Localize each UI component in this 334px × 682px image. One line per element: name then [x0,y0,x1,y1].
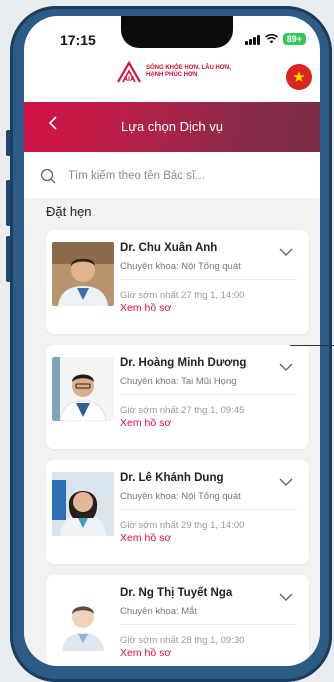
language-flag-vn-icon[interactable]: ★ [286,64,312,90]
view-profile-link[interactable]: Xem hồ sơ [120,532,171,544]
doctor-photo [52,357,114,421]
aia-logo-text: AIA [123,76,135,83]
aia-logo: AIA SỐNG KHỎE HƠN, LÂU HƠN, HẠNH PHÚC HƠ… [116,60,231,84]
brand-slogan: SỐNG KHỎE HƠN, LÂU HƠN, HẠNH PHÚC HƠN [146,65,231,79]
wifi-icon [264,34,278,44]
status-bar: 17:15 89+ [24,16,320,58]
section-title-appointments: Đặt hẹn [46,204,92,219]
card-divider [120,394,297,395]
doctor-name: Dr. Chu Xuân Anh [120,242,218,254]
aia-logo-icon: AIA [117,60,141,83]
earliest-slot: Giờ sớm nhất 29 thg 1, 14:00 [120,520,245,531]
doctor-photo [52,242,114,306]
device-frame: 17:15 89+ AIA SỐNG KHỎE HƠN, LÂU HƠN, HẠ… [0,0,334,682]
card-divider [120,624,297,625]
slogan-line-2: HẠNH PHÚC HƠN [146,72,198,78]
card-divider [120,509,297,510]
doctor-list-area: Đặt hẹn Dr. Chu Xuân Anh Chuyên khoa: Nộ… [24,198,320,666]
page-title: Lựa chọn Dịch vụ [121,119,223,134]
search-input[interactable]: Tìm kiếm theo tên Bác sĩ... [68,170,205,182]
chevron-down-icon[interactable] [279,593,293,602]
doctor-photo [52,472,114,536]
view-profile-link[interactable]: Xem hồ sơ [120,302,171,314]
status-time: 17:15 [60,32,96,48]
chevron-down-icon[interactable] [279,363,293,372]
doctor-specialty: Chuyên khoa: Tai Mũi Họng [120,376,237,387]
brand-bar: AIA SỐNG KHỎE HƠN, LÂU HƠN, HẠNH PHÚC HƠ… [24,58,320,100]
doctor-specialty: Chuyên khoa: Mắt [120,606,198,617]
battery-indicator: 89+ [282,33,306,45]
doctor-name: Dr. Hoàng Minh Dương [120,357,247,369]
status-icons: 89+ [244,33,306,45]
notch [121,16,233,48]
doctor-avatar-placeholder [52,587,114,651]
earliest-slot: Giờ sớm nhất 27 thg 1, 09:45 [120,405,245,416]
earliest-slot: Giờ sớm nhất 28 thg 1, 09:30 [120,635,245,646]
slogan-line-1: SỐNG KHỎE HƠN, LÂU HƠN, [146,65,231,71]
search-icon [40,168,56,184]
page-header: Lựa chọn Dịch vụ [24,102,320,152]
chevron-down-icon[interactable] [279,248,293,257]
card-divider [120,279,297,280]
doctor-specialty: Chuyên khoa: Nội Tổng quát [120,261,241,272]
doctor-card[interactable]: Dr. Ng Thị Tuyết Nga Chuyên khoa: Mắt Gi… [46,575,309,666]
signal-icon [244,34,260,45]
doctor-card[interactable]: Dr. Chu Xuân Anh Chuyên khoa: Nội Tổng q… [46,230,309,334]
view-profile-link[interactable]: Xem hồ sơ [120,417,171,429]
doctor-name: Dr. Ng Thị Tuyết Nga [120,587,233,599]
chevron-down-icon[interactable] [279,478,293,487]
doctor-name: Dr. Lê Khánh Dung [120,472,224,484]
app-screen: 17:15 89+ AIA SỐNG KHỎE HƠN, LÂU HƠN, HẠ… [24,16,320,666]
doctor-card[interactable]: Dr. Lê Khánh Dung Chuyên khoa: Nội Tổng … [46,460,309,564]
doctor-card[interactable]: Dr. Hoàng Minh Dương Chuyên khoa: Tai Mũ… [46,345,309,449]
view-profile-link[interactable]: Xem hồ sơ [120,647,171,659]
doctor-search-bar[interactable]: Tìm kiếm theo tên Bác sĩ... [40,162,304,190]
doctor-specialty: Chuyên khoa: Nội Tổng quát [120,491,241,502]
earliest-slot: Giờ sớm nhất 27 thg 1, 14:00 [120,290,245,301]
annotation-line [290,345,334,346]
